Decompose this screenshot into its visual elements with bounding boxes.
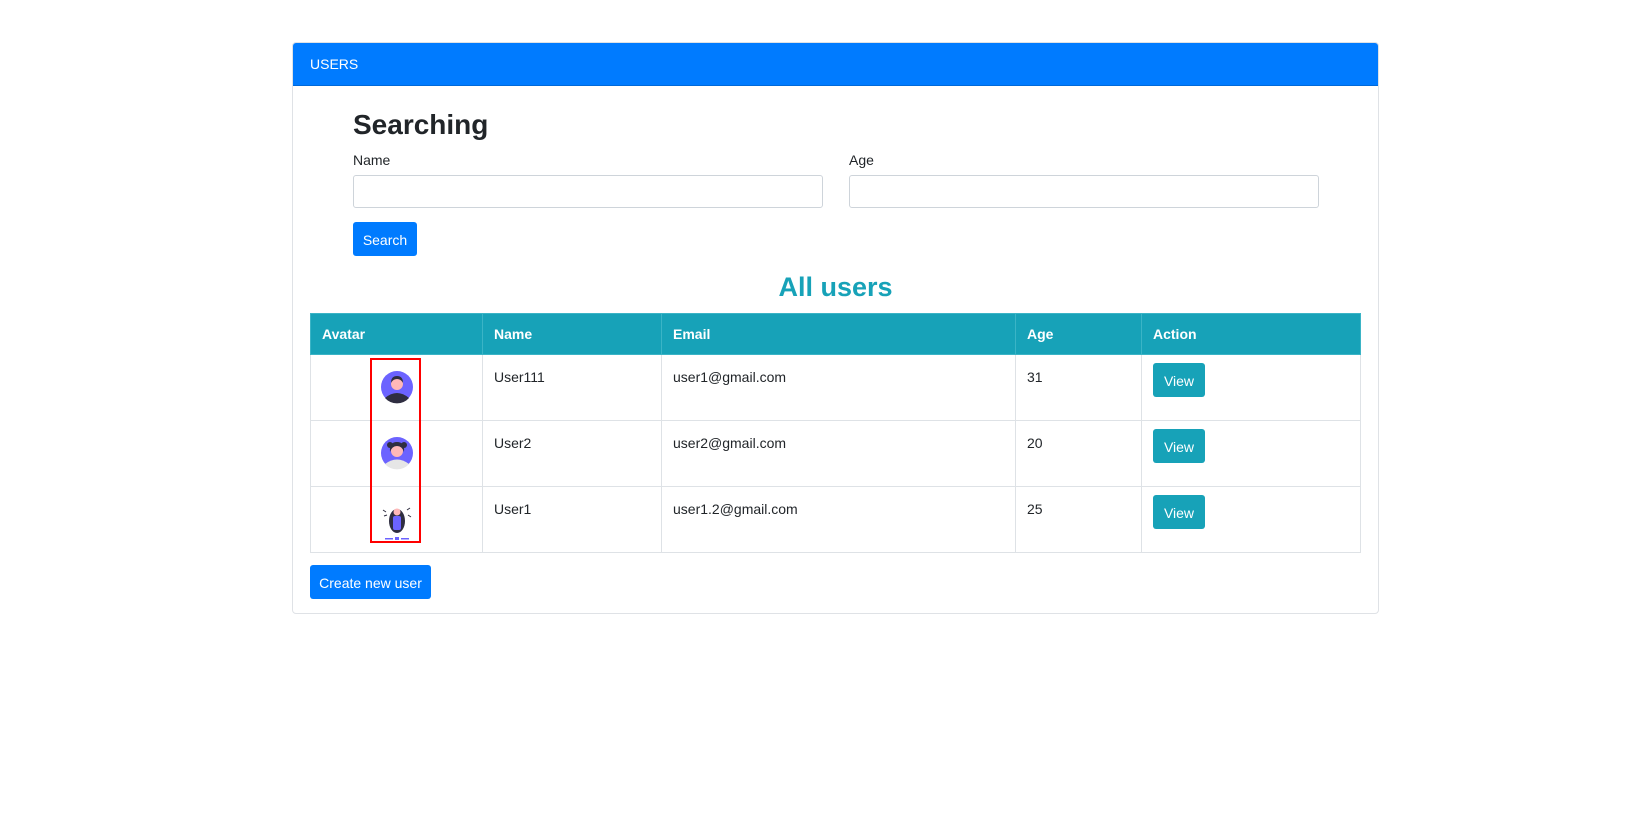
name-label: Name — [353, 152, 391, 168]
action-cell: View — [1141, 486, 1361, 553]
table-row: User1 user1.2@gmail.com 25 View — [310, 486, 1361, 553]
card-header: USERS — [293, 43, 1378, 86]
column-header-name: Name — [482, 313, 662, 355]
user-illustration-icon — [380, 502, 414, 540]
table-row: User111 user1@gmail.com 31 View — [310, 354, 1361, 421]
users-table: Avatar Name Email Age Action User111 use… — [310, 313, 1361, 553]
column-header-email: Email — [661, 313, 1016, 355]
search-title: Searching — [353, 109, 489, 140]
table-title: All users — [778, 272, 893, 302]
age-label: Age — [849, 152, 874, 168]
user-avatar-female-icon — [380, 436, 414, 470]
user-email-cell: user1.2@gmail.com — [661, 486, 1016, 553]
user-age-cell: 31 — [1015, 354, 1142, 421]
column-header-avatar: Avatar — [310, 313, 483, 355]
avatar-cell — [310, 420, 483, 487]
user-avatar-male-icon — [380, 370, 414, 404]
column-header-action: Action — [1141, 313, 1361, 355]
avatar-cell — [310, 354, 483, 421]
user-email-cell: user2@gmail.com — [661, 420, 1016, 487]
create-new-user-button[interactable]: Create new user — [310, 565, 431, 599]
table-row: User2 user2@gmail.com 20 View — [310, 420, 1361, 487]
action-cell: View — [1141, 354, 1361, 421]
column-header-age: Age — [1015, 313, 1142, 355]
name-input[interactable] — [353, 175, 823, 208]
age-input[interactable] — [849, 175, 1319, 208]
user-name-cell: User1 — [482, 486, 662, 553]
users-card: USERS Searching Name Age Search All user… — [292, 42, 1379, 614]
user-email-cell: user1@gmail.com — [661, 354, 1016, 421]
user-age-cell: 25 — [1015, 486, 1142, 553]
age-field-group: Age — [849, 150, 1319, 208]
view-button[interactable]: View — [1153, 495, 1205, 529]
view-button[interactable]: View — [1153, 363, 1205, 397]
user-name-cell: User111 — [482, 354, 662, 421]
search-section: Searching Name Age Search — [353, 105, 1319, 256]
table-header-row: Avatar Name Email Age Action — [310, 313, 1361, 355]
search-button[interactable]: Search — [353, 222, 417, 256]
action-cell: View — [1141, 420, 1361, 487]
view-button[interactable]: View — [1153, 429, 1205, 463]
search-fields: Name Age — [353, 150, 1319, 208]
name-field-group: Name — [353, 150, 823, 208]
avatar-cell — [310, 486, 483, 553]
user-age-cell: 20 — [1015, 420, 1142, 487]
user-name-cell: User2 — [482, 420, 662, 487]
